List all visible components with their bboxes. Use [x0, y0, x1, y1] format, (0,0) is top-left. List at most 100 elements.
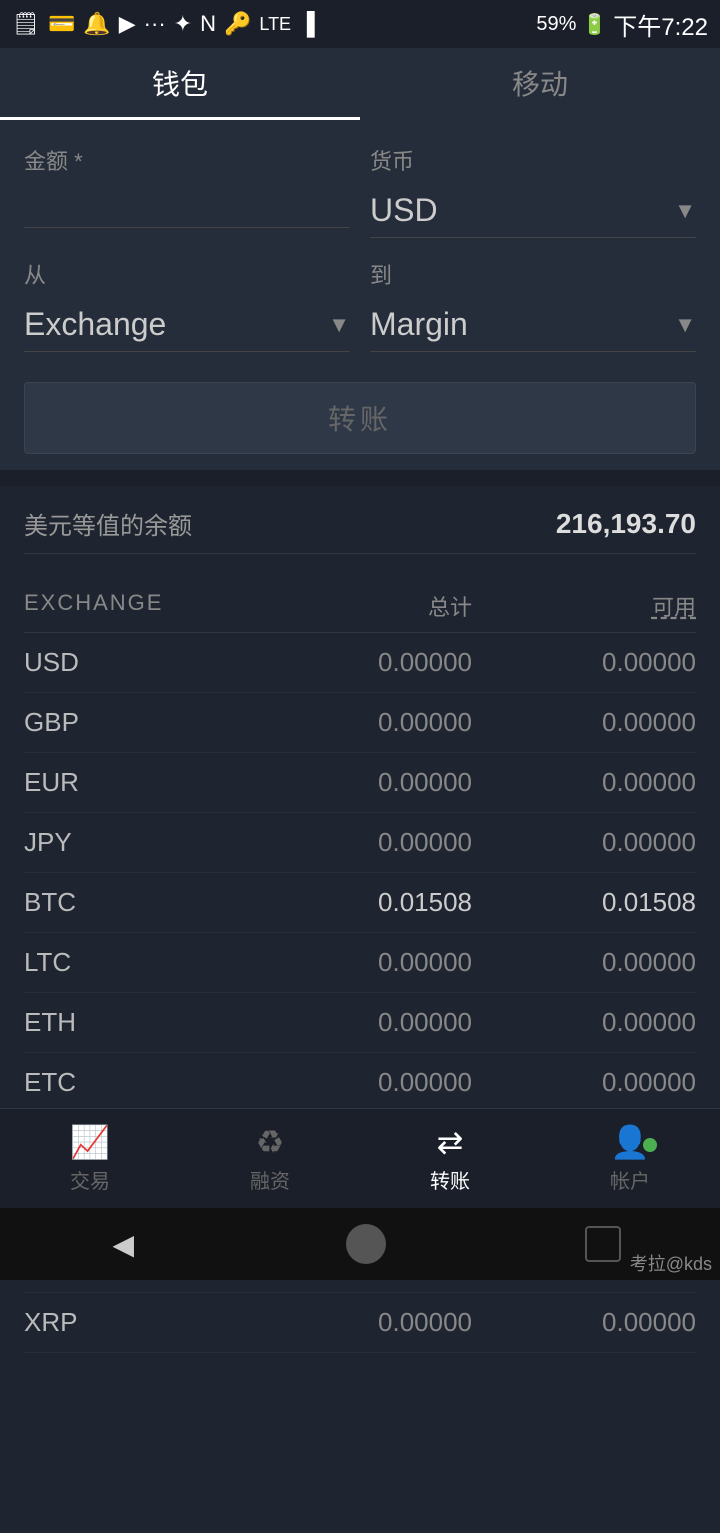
status-bar: 🗒 💳 🔔 ▶ ··· ✦ N 🔑 LTE ▐ 59% 🔋 下午7:22 — [0, 0, 720, 48]
currency-available: 0.00000 — [472, 947, 696, 978]
bell-icon: 🔔 — [83, 11, 110, 37]
from-select[interactable]: Exchange ▼ — [24, 298, 350, 352]
nav-transfer[interactable]: ⇄ 转账 — [360, 1123, 540, 1194]
recents-button[interactable] — [585, 1226, 621, 1262]
currency-name: EUR — [24, 767, 248, 798]
table-row: ETC 0.00000 0.00000 — [24, 1053, 696, 1113]
currency-available: 0.00000 — [472, 1007, 696, 1038]
to-select[interactable]: Margin ▼ — [370, 298, 696, 352]
status-left: 🗒 💳 🔔 ▶ ··· ✦ N 🔑 LTE ▐ — [12, 11, 315, 37]
transfer-form: 金额 * 货币 USD ▼ 从 Exchange ▼ 到 Margin ▼ — [0, 120, 720, 470]
more-icon: ··· — [144, 11, 166, 37]
key-icon: 🔑 — [224, 11, 251, 37]
currency-total: 0.00000 — [248, 1007, 472, 1038]
currency-available: 0.00000 — [472, 707, 696, 738]
currency-select[interactable]: USD ▼ — [370, 184, 696, 238]
currency-group: 货币 USD ▼ — [370, 144, 696, 238]
currency-total: 0.00000 — [248, 1067, 472, 1098]
nav-trading-label: 交易 — [70, 1165, 110, 1194]
currency-name: ETC — [24, 1067, 248, 1098]
table-row: ETH 0.00000 0.00000 — [24, 993, 696, 1053]
table-row: EUR 0.00000 0.00000 — [24, 753, 696, 813]
currency-name: XRP — [24, 1307, 248, 1338]
currency-name: JPY — [24, 827, 248, 858]
bars-icon: ▐ — [299, 11, 315, 37]
tab-move[interactable]: 移动 — [360, 48, 720, 120]
system-nav: ◀ — [0, 1208, 720, 1280]
watermark: 考拉@kds — [630, 1250, 712, 1276]
currency-total: 0.00000 — [248, 767, 472, 798]
trading-icon: 📈 — [70, 1123, 110, 1161]
currency-name: ETH — [24, 1007, 248, 1038]
transfer-icon: ⇄ — [437, 1123, 464, 1161]
currency-available: 0.00000 — [472, 1067, 696, 1098]
table-row: XRP 0.00000 0.00000 — [24, 1293, 696, 1353]
nav-finance-label: 融资 — [250, 1165, 290, 1194]
col-total-header: 总计 — [248, 590, 472, 622]
currency-available: 0.01508 — [472, 887, 696, 918]
from-value: Exchange — [24, 306, 166, 343]
tab-wallet[interactable]: 钱包 — [0, 48, 360, 120]
to-label: 到 — [370, 258, 696, 290]
currency-total: 0.00000 — [248, 1307, 472, 1338]
section-divider — [0, 470, 720, 486]
currency-available: 0.00000 — [472, 827, 696, 858]
table-header: EXCHANGE 总计 可用 — [24, 574, 696, 633]
battery-icon: 🔋 — [582, 12, 607, 37]
bottom-nav: 📈 交易 ♻ 融资 ⇄ 转账 👤 帐户 — [0, 1108, 720, 1208]
from-arrow-icon: ▼ — [328, 312, 350, 338]
notification-icon: 🗒 — [12, 11, 40, 37]
col-available-header: 可用 — [472, 590, 696, 622]
currency-available: 0.00000 — [472, 767, 696, 798]
battery-text: 59% — [536, 13, 576, 36]
to-arrow-icon: ▼ — [674, 312, 696, 338]
nav-account-label: 帐户 — [610, 1165, 650, 1194]
bluetooth-icon: ✦ — [174, 11, 192, 37]
balance-value: 216,193.70 — [556, 508, 696, 540]
from-group: 从 Exchange ▼ — [24, 258, 350, 352]
nav-transfer-label: 转账 — [430, 1165, 470, 1194]
currency-name: BTC — [24, 887, 248, 918]
currency-total: 0.00000 — [248, 647, 472, 678]
to-value: Margin — [370, 306, 468, 343]
wallet-status-icon: 💳 — [48, 11, 75, 37]
transfer-button[interactable]: 转账 — [24, 382, 696, 454]
currency-name: LTC — [24, 947, 248, 978]
currency-total: 0.00000 — [248, 827, 472, 858]
nav-finance[interactable]: ♻ 融资 — [180, 1123, 360, 1194]
table-row: BTC 0.01508 0.01508 — [24, 873, 696, 933]
table-row: LTC 0.00000 0.00000 — [24, 933, 696, 993]
nfc-icon: N — [200, 11, 216, 37]
amount-input[interactable] — [24, 184, 350, 228]
account-dot — [643, 1138, 657, 1152]
amount-label: 金额 * — [24, 144, 350, 176]
table-row: USD 0.00000 0.00000 — [24, 633, 696, 693]
currency-name: USD — [24, 647, 248, 678]
table-row: GBP 0.00000 0.00000 — [24, 693, 696, 753]
balance-label: 美元等值的余额 — [24, 506, 192, 541]
currency-total: 0.00000 — [248, 947, 472, 978]
amount-group: 金额 * — [24, 144, 350, 238]
currency-name: GBP — [24, 707, 248, 738]
currency-available: 0.00000 — [472, 647, 696, 678]
from-label: 从 — [24, 258, 350, 290]
currency-value: USD — [370, 192, 438, 229]
status-right: 59% 🔋 下午7:22 — [536, 7, 708, 42]
nav-account[interactable]: 👤 帐户 — [540, 1123, 720, 1194]
balance-section: 美元等值的余额 216,193.70 — [0, 486, 720, 574]
nav-trading[interactable]: 📈 交易 — [0, 1123, 180, 1194]
currency-arrow-icon: ▼ — [674, 198, 696, 224]
send-icon: ▶ — [119, 11, 136, 37]
currency-total: 0.01508 — [248, 887, 472, 918]
currency-available: 0.00000 — [472, 1307, 696, 1338]
balance-row: 美元等值的余额 216,193.70 — [24, 506, 696, 554]
currency-label: 货币 — [370, 144, 696, 176]
table-row: JPY 0.00000 0.00000 — [24, 813, 696, 873]
home-button[interactable] — [346, 1224, 386, 1264]
to-group: 到 Margin ▼ — [370, 258, 696, 352]
back-button[interactable]: ◀ — [99, 1220, 147, 1268]
time-display: 下午7:22 — [613, 7, 708, 42]
currency-total: 0.00000 — [248, 707, 472, 738]
signal-icon: LTE — [259, 14, 291, 35]
col-exchange-header: EXCHANGE — [24, 590, 248, 622]
